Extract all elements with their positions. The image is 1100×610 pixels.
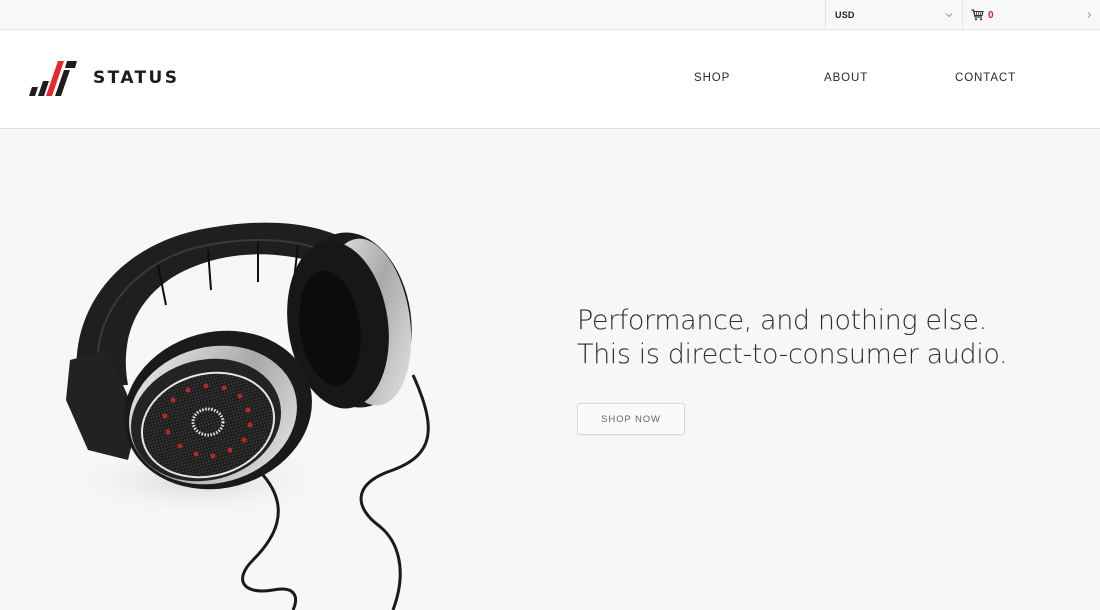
brand-logo[interactable]: STATUS: [27, 59, 179, 97]
cart-icon: [971, 9, 984, 21]
chevron-down-icon: [945, 13, 953, 18]
nav-about[interactable]: ABOUT: [824, 72, 868, 84]
site-header: STATUS SHOP ABOUT CONTACT: [0, 30, 1100, 129]
headline-line-1: Performance, and nothing else.: [577, 305, 987, 336]
currency-selector[interactable]: USD: [825, 0, 963, 30]
hero-headline: Performance, and nothing else. This is d…: [577, 304, 1008, 372]
logo-mark-icon: [29, 61, 77, 96]
shop-now-button[interactable]: SHOP NOW: [577, 403, 685, 435]
brand-name: STATUS: [93, 68, 180, 88]
hero-section: Performance, and nothing else. This is d…: [0, 130, 1100, 610]
nav-contact[interactable]: CONTACT: [955, 72, 1016, 84]
headline-line-2: This is direct-to-consumer audio.: [577, 339, 1008, 370]
nav-shop[interactable]: SHOP: [694, 72, 730, 84]
chevron-right-icon: [1087, 12, 1092, 18]
utility-bar: USD 0: [0, 0, 1100, 30]
headphones-image: [58, 222, 430, 610]
cart-button[interactable]: 0: [963, 0, 1100, 30]
currency-selected: USD: [835, 10, 855, 20]
cart-count: 0: [988, 9, 994, 21]
